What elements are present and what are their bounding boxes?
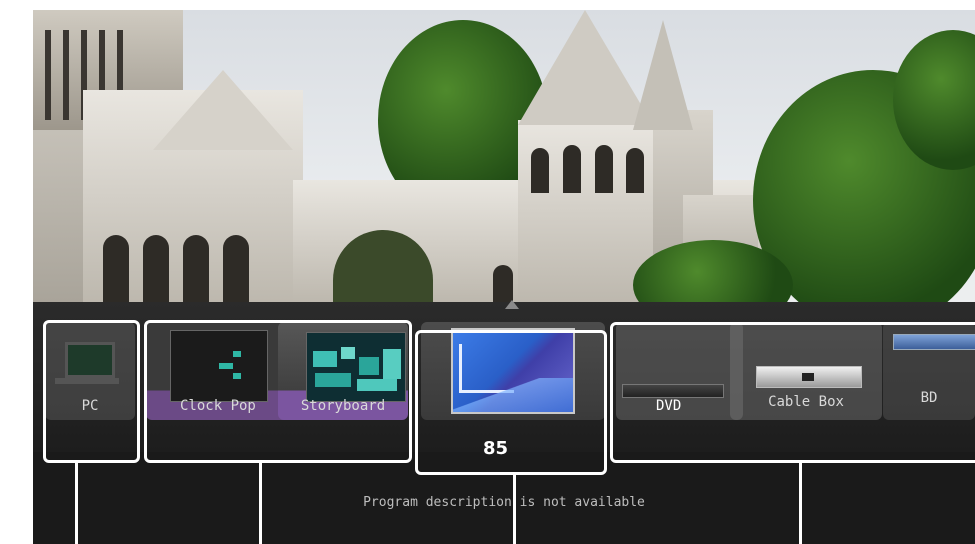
up-arrow-icon[interactable] (505, 300, 519, 309)
background-photo (33, 10, 975, 302)
highlight-frame-devices (610, 322, 975, 463)
highlight-frame-tv (415, 330, 607, 475)
tv-screen: PC Clock Pop Storyboard DVD Cable Box BD… (33, 10, 975, 544)
highlight-frame-pc (43, 320, 140, 463)
leader-line-pc (75, 463, 78, 544)
source-bar: PC Clock Pop Storyboard DVD Cable Box BD… (33, 300, 975, 544)
channel-number: 85 (483, 438, 509, 459)
leader-line-devices (799, 463, 802, 544)
leader-line-apps (259, 463, 262, 544)
leader-line-tv (513, 475, 516, 544)
program-description: Program description is not available (363, 495, 645, 510)
highlight-frame-apps (144, 320, 412, 463)
